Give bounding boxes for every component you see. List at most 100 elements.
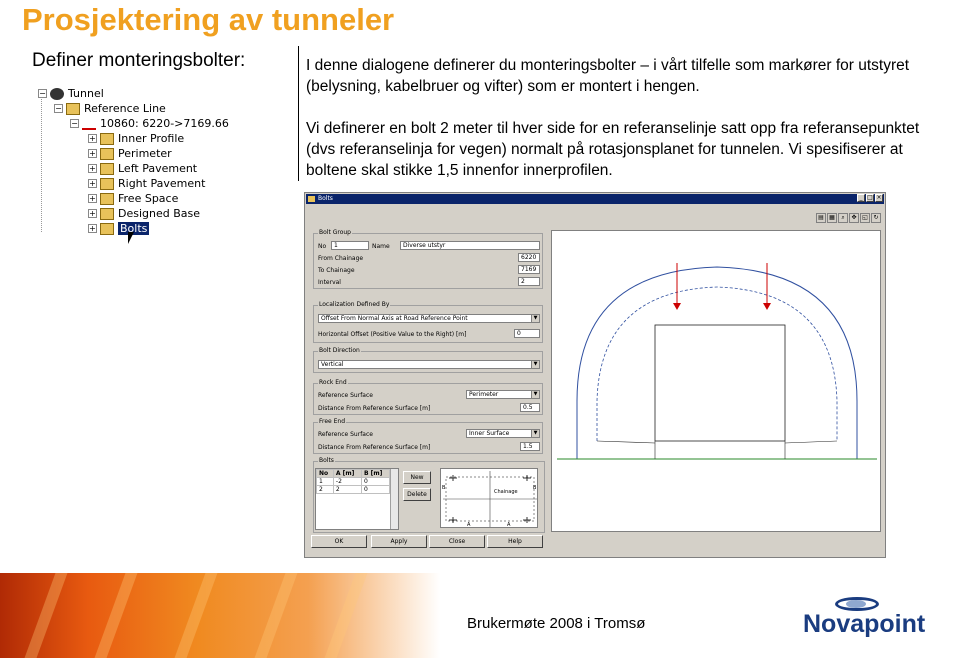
decor-stripe — [174, 573, 218, 658]
bolt-arrow-icon — [763, 303, 771, 310]
mouse-cursor-icon — [128, 232, 140, 244]
tree-item-bolts[interactable]: + Bolts — [88, 221, 150, 236]
free-surface-select[interactable]: Inner Surface ▼ — [466, 429, 540, 438]
tree-item-reference-line[interactable]: − Reference Line — [54, 101, 166, 116]
expand-icon[interactable]: + — [88, 179, 97, 188]
rock-distance-field[interactable]: 0.5 — [520, 403, 540, 412]
apply-button[interactable]: Apply — [371, 535, 427, 548]
name-field[interactable]: Diverse utstyr — [400, 241, 540, 250]
table-cell[interactable]: 1 — [316, 477, 334, 486]
tree-item-designed-base[interactable]: + Designed Base — [88, 206, 200, 221]
expand-icon[interactable]: + — [88, 209, 97, 218]
folder-icon — [100, 207, 114, 220]
tree-item-free-space[interactable]: + Free Space — [88, 191, 178, 206]
rock-surface-value: Perimeter — [469, 391, 499, 398]
group-title: Bolts — [318, 457, 335, 464]
bolt-marker — [449, 517, 457, 523]
paragraph-details: Vi definerer en bolt 2 meter til hver si… — [306, 120, 920, 179]
table-cell[interactable]: 0 — [360, 485, 391, 494]
tree-item-label: Free Space — [118, 192, 179, 205]
to-chainage-label: To Chainage — [318, 267, 355, 274]
from-chainage-field[interactable]: 6220 — [518, 253, 540, 262]
slide-subtitle: Definer monteringsbolter: — [32, 50, 246, 71]
table-cell[interactable]: 0 — [360, 477, 391, 486]
tree-item-right-pavement[interactable]: + Right Pavement — [88, 176, 205, 191]
tunnel-profile-drawing — [557, 263, 877, 460]
direction-value: Vertical — [321, 361, 344, 368]
ok-button[interactable]: OK — [311, 535, 367, 548]
table-row[interactable]: 2 2 0 — [316, 485, 391, 494]
table-row[interactable]: 1 -2 0 — [316, 477, 391, 486]
zoom-icon[interactable]: ⌕ — [838, 213, 848, 223]
pan-icon[interactable]: ✥ — [849, 213, 859, 223]
tree-item-left-pavement[interactable]: + Left Pavement — [88, 161, 197, 176]
table-cell[interactable]: 2 — [332, 485, 362, 494]
delete-button[interactable]: Delete — [403, 488, 431, 501]
close-button[interactable]: Close — [429, 535, 485, 548]
collapse-icon[interactable]: − — [70, 119, 79, 128]
column-header: No — [316, 469, 334, 478]
a-label: A — [467, 522, 471, 528]
refresh-icon[interactable]: ↻ — [871, 213, 881, 223]
expand-icon[interactable]: + — [88, 224, 97, 233]
name-label: Name — [372, 243, 390, 250]
profile-line — [784, 440, 838, 444]
to-chainage-field[interactable]: 7169 — [518, 265, 540, 274]
decor-stripe — [24, 573, 68, 658]
view-toolbar: ▤ ▦ ⌕ ✥ ◱ ↻ — [816, 213, 881, 223]
slide-title: Prosjektering av tunneler — [22, 2, 395, 37]
tree-item-tunnel[interactable]: − Tunnel — [38, 86, 104, 101]
new-button[interactable]: New — [403, 471, 431, 484]
help-button[interactable]: Help — [487, 535, 543, 548]
print-icon[interactable]: ▤ — [816, 213, 826, 223]
expand-icon[interactable]: + — [88, 149, 97, 158]
table-cell[interactable]: 2 — [316, 485, 334, 494]
bolt-arrow-icon — [673, 303, 681, 310]
group-title: Bolt Group — [318, 229, 352, 236]
chainage-label: Chainage — [494, 489, 518, 495]
dropdown-arrow-icon[interactable]: ▼ — [531, 430, 539, 437]
dropdown-arrow-icon[interactable]: ▼ — [531, 361, 539, 368]
expand-icon[interactable]: + — [88, 164, 97, 173]
decor-stripe — [324, 573, 368, 658]
dropdown-arrow-icon[interactable]: ▼ — [531, 391, 539, 398]
offset-field[interactable]: 0 — [514, 329, 540, 338]
minimize-icon[interactable]: _ — [857, 194, 865, 202]
no-label: No — [318, 243, 327, 250]
grid-icon[interactable]: ▦ — [827, 213, 837, 223]
folder-icon — [100, 177, 114, 190]
decorative-tunnel-image — [0, 573, 440, 658]
bolt-marker — [523, 517, 531, 523]
expand-icon[interactable]: + — [88, 194, 97, 203]
direction-select[interactable]: Vertical ▼ — [318, 360, 540, 369]
zoom-extents-icon[interactable]: ◱ — [860, 213, 870, 223]
dialog-titlebar[interactable]: Bolts — [306, 194, 884, 204]
group-title: Rock End — [318, 379, 348, 386]
novapoint-logo: Novapoint — [803, 610, 926, 638]
tree-item-inner-profile[interactable]: + Inner Profile — [88, 131, 184, 146]
free-end-box: Free End Reference Surface Inner Surface… — [313, 418, 543, 454]
free-surface-value: Inner Surface — [469, 430, 510, 437]
interval-field[interactable]: 2 — [518, 277, 540, 286]
group-title: Free End — [318, 418, 347, 425]
profile-canvas[interactable] — [551, 230, 881, 532]
collapse-icon[interactable]: − — [38, 89, 47, 98]
close-icon[interactable]: × — [875, 194, 883, 202]
column-header: B [m] — [360, 469, 391, 478]
free-distance-field[interactable]: 1.5 — [520, 442, 540, 451]
expand-icon[interactable]: + — [88, 134, 97, 143]
folder-icon — [100, 162, 114, 175]
dropdown-arrow-icon[interactable]: ▼ — [531, 315, 539, 322]
no-field[interactable]: 1 — [331, 241, 369, 250]
bolt-marker — [449, 475, 457, 481]
tree-item-perimeter[interactable]: + Perimeter — [88, 146, 172, 161]
table-cell[interactable]: -2 — [332, 477, 362, 486]
alignment-icon — [82, 118, 96, 130]
collapse-icon[interactable]: − — [54, 104, 63, 113]
rock-surface-select[interactable]: Perimeter ▼ — [466, 390, 540, 399]
tree-item-chainage[interactable]: − 10860: 6220->7169.66 — [70, 116, 229, 131]
tree-item-label: Designed Base — [118, 207, 201, 220]
table-scrollbar[interactable] — [390, 469, 398, 529]
localization-select[interactable]: Offset From Normal Axis at Road Referenc… — [318, 314, 540, 323]
maximize-icon[interactable]: □ — [866, 194, 874, 202]
